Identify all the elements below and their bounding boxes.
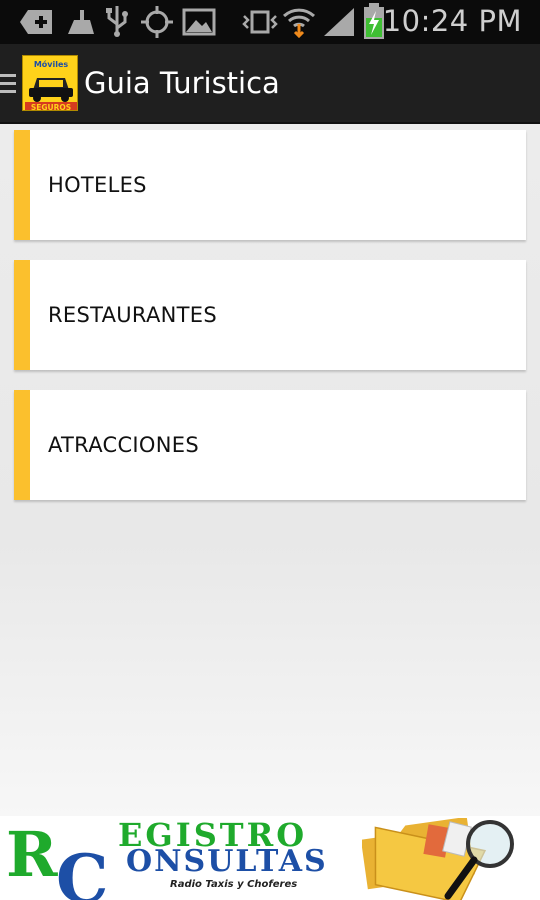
svg-text:SEGUROS: SEGUROS	[31, 103, 71, 111]
clock-time: 10:24 PM	[382, 4, 522, 38]
menu-item-label: RESTAURANTES	[48, 303, 217, 327]
wifi-icon	[282, 8, 316, 38]
card-accent	[14, 260, 30, 370]
brand-line-consultas: ONSULTAS	[126, 844, 328, 879]
action-bar: Móviles SEGUROS Guia Turistica	[0, 44, 540, 124]
menu-item-atracciones[interactable]: ATRACCIONES	[14, 390, 526, 500]
card-accent	[14, 390, 30, 500]
signal-icon	[324, 8, 354, 36]
folder-magnifier-icon	[362, 818, 514, 900]
image-icon	[182, 8, 216, 36]
usb-icon	[106, 6, 128, 37]
status-bar: 10:24 PM	[0, 0, 540, 44]
cleaner-icon	[68, 10, 94, 34]
brand-initial-c: C	[56, 840, 109, 900]
brand-initial-r: R	[6, 818, 58, 891]
menu-item-label: ATRACCIONES	[48, 433, 199, 457]
add-notification-icon	[20, 10, 52, 34]
drawer-menu-icon[interactable]	[0, 74, 16, 98]
card-accent	[14, 130, 30, 240]
menu-list: HOTELES RESTAURANTES ATRACCIONES	[0, 124, 540, 816]
gps-icon	[141, 6, 173, 38]
app-title: Guia Turistica	[84, 66, 280, 100]
ad-banner[interactable]: R C EGISTRO ONSULTAS Radio Taxis y Chofe…	[0, 816, 540, 900]
svg-text:Móviles: Móviles	[34, 59, 69, 69]
menu-item-label: HOTELES	[48, 173, 147, 197]
menu-item-restaurantes[interactable]: RESTAURANTES	[14, 260, 526, 370]
vibrate-icon	[242, 10, 278, 34]
banner-tagline: Radio Taxis y Choferes	[170, 879, 298, 890]
menu-item-hoteles[interactable]: HOTELES	[14, 130, 526, 240]
taxi-logo-icon[interactable]: Móviles SEGUROS	[22, 55, 78, 111]
